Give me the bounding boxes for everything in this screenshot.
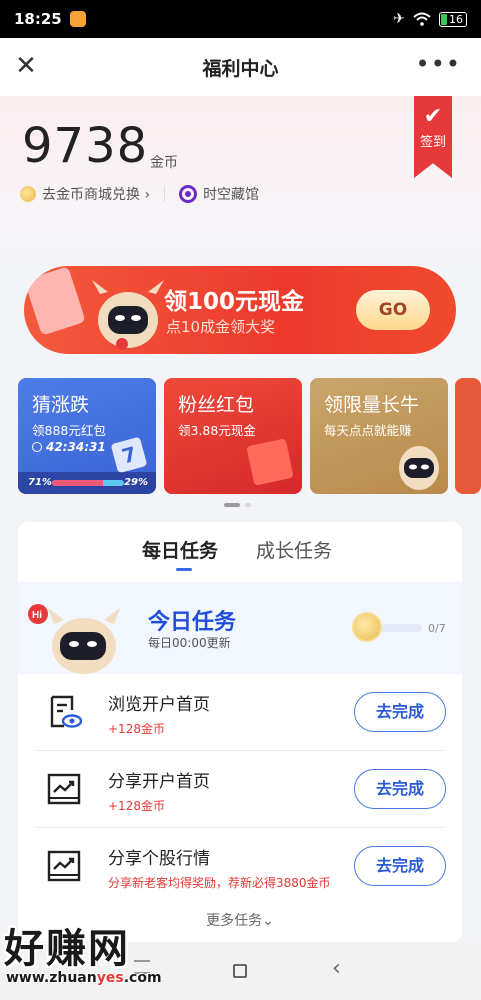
card-seven-badge: 7 bbox=[110, 436, 148, 474]
ratio-fill bbox=[52, 480, 104, 486]
ratio-track bbox=[52, 480, 124, 486]
task-tabs: 每日任务 成长任务 bbox=[18, 522, 462, 580]
task-reward: 分享新老客均得奖励，荐新必得3880金币 bbox=[108, 876, 331, 890]
card-title: 领限量长牛 bbox=[324, 394, 420, 416]
card-title: 猜涨跌 bbox=[32, 394, 90, 416]
tab-active-indicator bbox=[176, 568, 192, 571]
coin-balance: 9738 bbox=[22, 118, 149, 174]
task-reward: +128金币 bbox=[108, 722, 165, 736]
battery-icon: 16 bbox=[439, 11, 467, 27]
today-progress-track bbox=[380, 624, 422, 632]
bull-mascot-icon bbox=[399, 446, 439, 490]
share-chart-icon bbox=[47, 773, 81, 805]
task-reward: +128金币 bbox=[108, 799, 165, 813]
pager-dot bbox=[245, 503, 251, 507]
signin-label: 签到 bbox=[419, 135, 446, 150]
pager-dot bbox=[224, 503, 240, 507]
museum-icon bbox=[179, 185, 198, 203]
go-button[interactable]: GO bbox=[356, 290, 430, 330]
mall-link[interactable]: 去金币商城兑换 › bbox=[42, 184, 150, 204]
complete-task-button[interactable]: 去完成 bbox=[354, 846, 446, 886]
bull-mascot-icon bbox=[92, 280, 164, 350]
carousel-pager bbox=[224, 503, 251, 507]
site-watermark: 好赚网 www.zhuanyes.com bbox=[4, 916, 194, 1000]
banner-title: 领100元现金 bbox=[164, 289, 305, 315]
app-notification-icon bbox=[69, 11, 86, 27]
card-limited-bull[interactable]: 领限量长牛 每天点点就能赚 bbox=[310, 378, 448, 494]
status-time: 18:25 bbox=[14, 10, 62, 28]
task-name: 分享个股行情 bbox=[108, 849, 210, 869]
down-percent: 29% bbox=[124, 477, 148, 488]
red-envelope-icon bbox=[246, 438, 294, 486]
coin-icon bbox=[20, 186, 36, 202]
page-title: 福利中心 bbox=[202, 57, 279, 80]
task-name: 分享开户首页 bbox=[108, 772, 210, 792]
today-subtitle: 每日00:00更新 bbox=[148, 636, 231, 650]
back-icon[interactable]: ‹ bbox=[332, 956, 341, 981]
tab-growth-tasks[interactable]: 成长任务 bbox=[256, 536, 332, 563]
card-subtitle: 领3.88元现金 bbox=[178, 423, 256, 438]
card-title: 粉丝红包 bbox=[178, 394, 255, 416]
close-icon[interactable]: ✕ bbox=[12, 52, 40, 80]
coins-header: 9738 金币 去金币商城兑换 › 时空藏馆 bbox=[0, 96, 481, 266]
browse-doc-icon bbox=[50, 695, 82, 728]
tab-daily-tasks[interactable]: 每日任务 bbox=[142, 536, 218, 563]
task-row: 分享开户首页 +128金币 去完成 bbox=[34, 751, 446, 828]
hi-badge: Hi bbox=[32, 610, 42, 621]
card-fan-redpacket[interactable]: 粉丝红包 领3.88元现金 bbox=[164, 378, 302, 494]
complete-task-button[interactable]: 去完成 bbox=[354, 769, 446, 809]
header-links: 去金币商城兑换 › 时空藏馆 bbox=[20, 184, 259, 204]
wifi-icon bbox=[413, 12, 431, 26]
museum-link[interactable]: 时空藏馆 bbox=[203, 184, 259, 204]
red-envelope-icon bbox=[24, 266, 86, 336]
task-row: 浏览开户首页 +128金币 去完成 bbox=[34, 674, 446, 751]
watermark-logo: 好赚网 bbox=[4, 926, 130, 972]
share-chart-icon bbox=[47, 850, 81, 882]
bull-mascot-icon: Hi bbox=[28, 604, 120, 674]
status-icons: ✈ 16 bbox=[393, 11, 467, 27]
feature-cards: 猜涨跌 领888元红包 42:34:31 7 71% 29% 粉丝红包 领3.8… bbox=[18, 378, 481, 496]
countdown-timer: 42:34:31 bbox=[32, 440, 106, 454]
checkmark-icon: ✔ bbox=[423, 104, 443, 129]
chevron-down-icon: ⌄ bbox=[262, 913, 274, 929]
today-progress-count: 0/7 bbox=[428, 622, 446, 635]
guess-ratio-bar: 71% 29% bbox=[18, 472, 156, 494]
task-row: 分享个股行情 分享新老客均得奖励，荐新必得3880金币 去完成 bbox=[34, 828, 446, 905]
today-tasks-summary: Hi 今日任务 每日00:00更新 0/7 bbox=[18, 582, 462, 674]
divider bbox=[164, 186, 166, 202]
airplane-icon: ✈ bbox=[393, 11, 405, 27]
coin-icon bbox=[352, 612, 382, 642]
card-subtitle: 领888元红包 bbox=[32, 423, 106, 438]
chevron-right-icon: › bbox=[144, 187, 151, 203]
banner-subtitle: 点10成金领大奖 bbox=[166, 318, 276, 336]
up-percent: 71% bbox=[28, 477, 52, 488]
card-next-peek[interactable] bbox=[455, 378, 481, 494]
card-guess-updown[interactable]: 猜涨跌 领888元红包 42:34:31 7 71% 29% bbox=[18, 378, 156, 494]
coin-unit: 金币 bbox=[150, 155, 178, 171]
status-bar: 18:25 ✈ 16 bbox=[0, 0, 481, 38]
today-title: 今日任务 bbox=[148, 610, 237, 635]
watermark-url: www.zhuanyes.com bbox=[6, 970, 162, 986]
tasks-panel: 每日任务 成长任务 Hi 今日任务 每日00:00更新 0/7 浏览开户首页 +… bbox=[18, 522, 462, 942]
task-name: 浏览开户首页 bbox=[108, 695, 210, 715]
nav-bar: ✕ 福利中心 ••• bbox=[0, 38, 481, 96]
more-icon[interactable]: ••• bbox=[416, 50, 461, 78]
clock-icon bbox=[32, 442, 42, 452]
home-icon[interactable] bbox=[233, 964, 247, 978]
battery-level: 16 bbox=[449, 12, 463, 26]
complete-task-button[interactable]: 去完成 bbox=[354, 692, 446, 732]
cash-banner[interactable]: 领100元现金 点10成金领大奖 GO bbox=[24, 266, 456, 354]
